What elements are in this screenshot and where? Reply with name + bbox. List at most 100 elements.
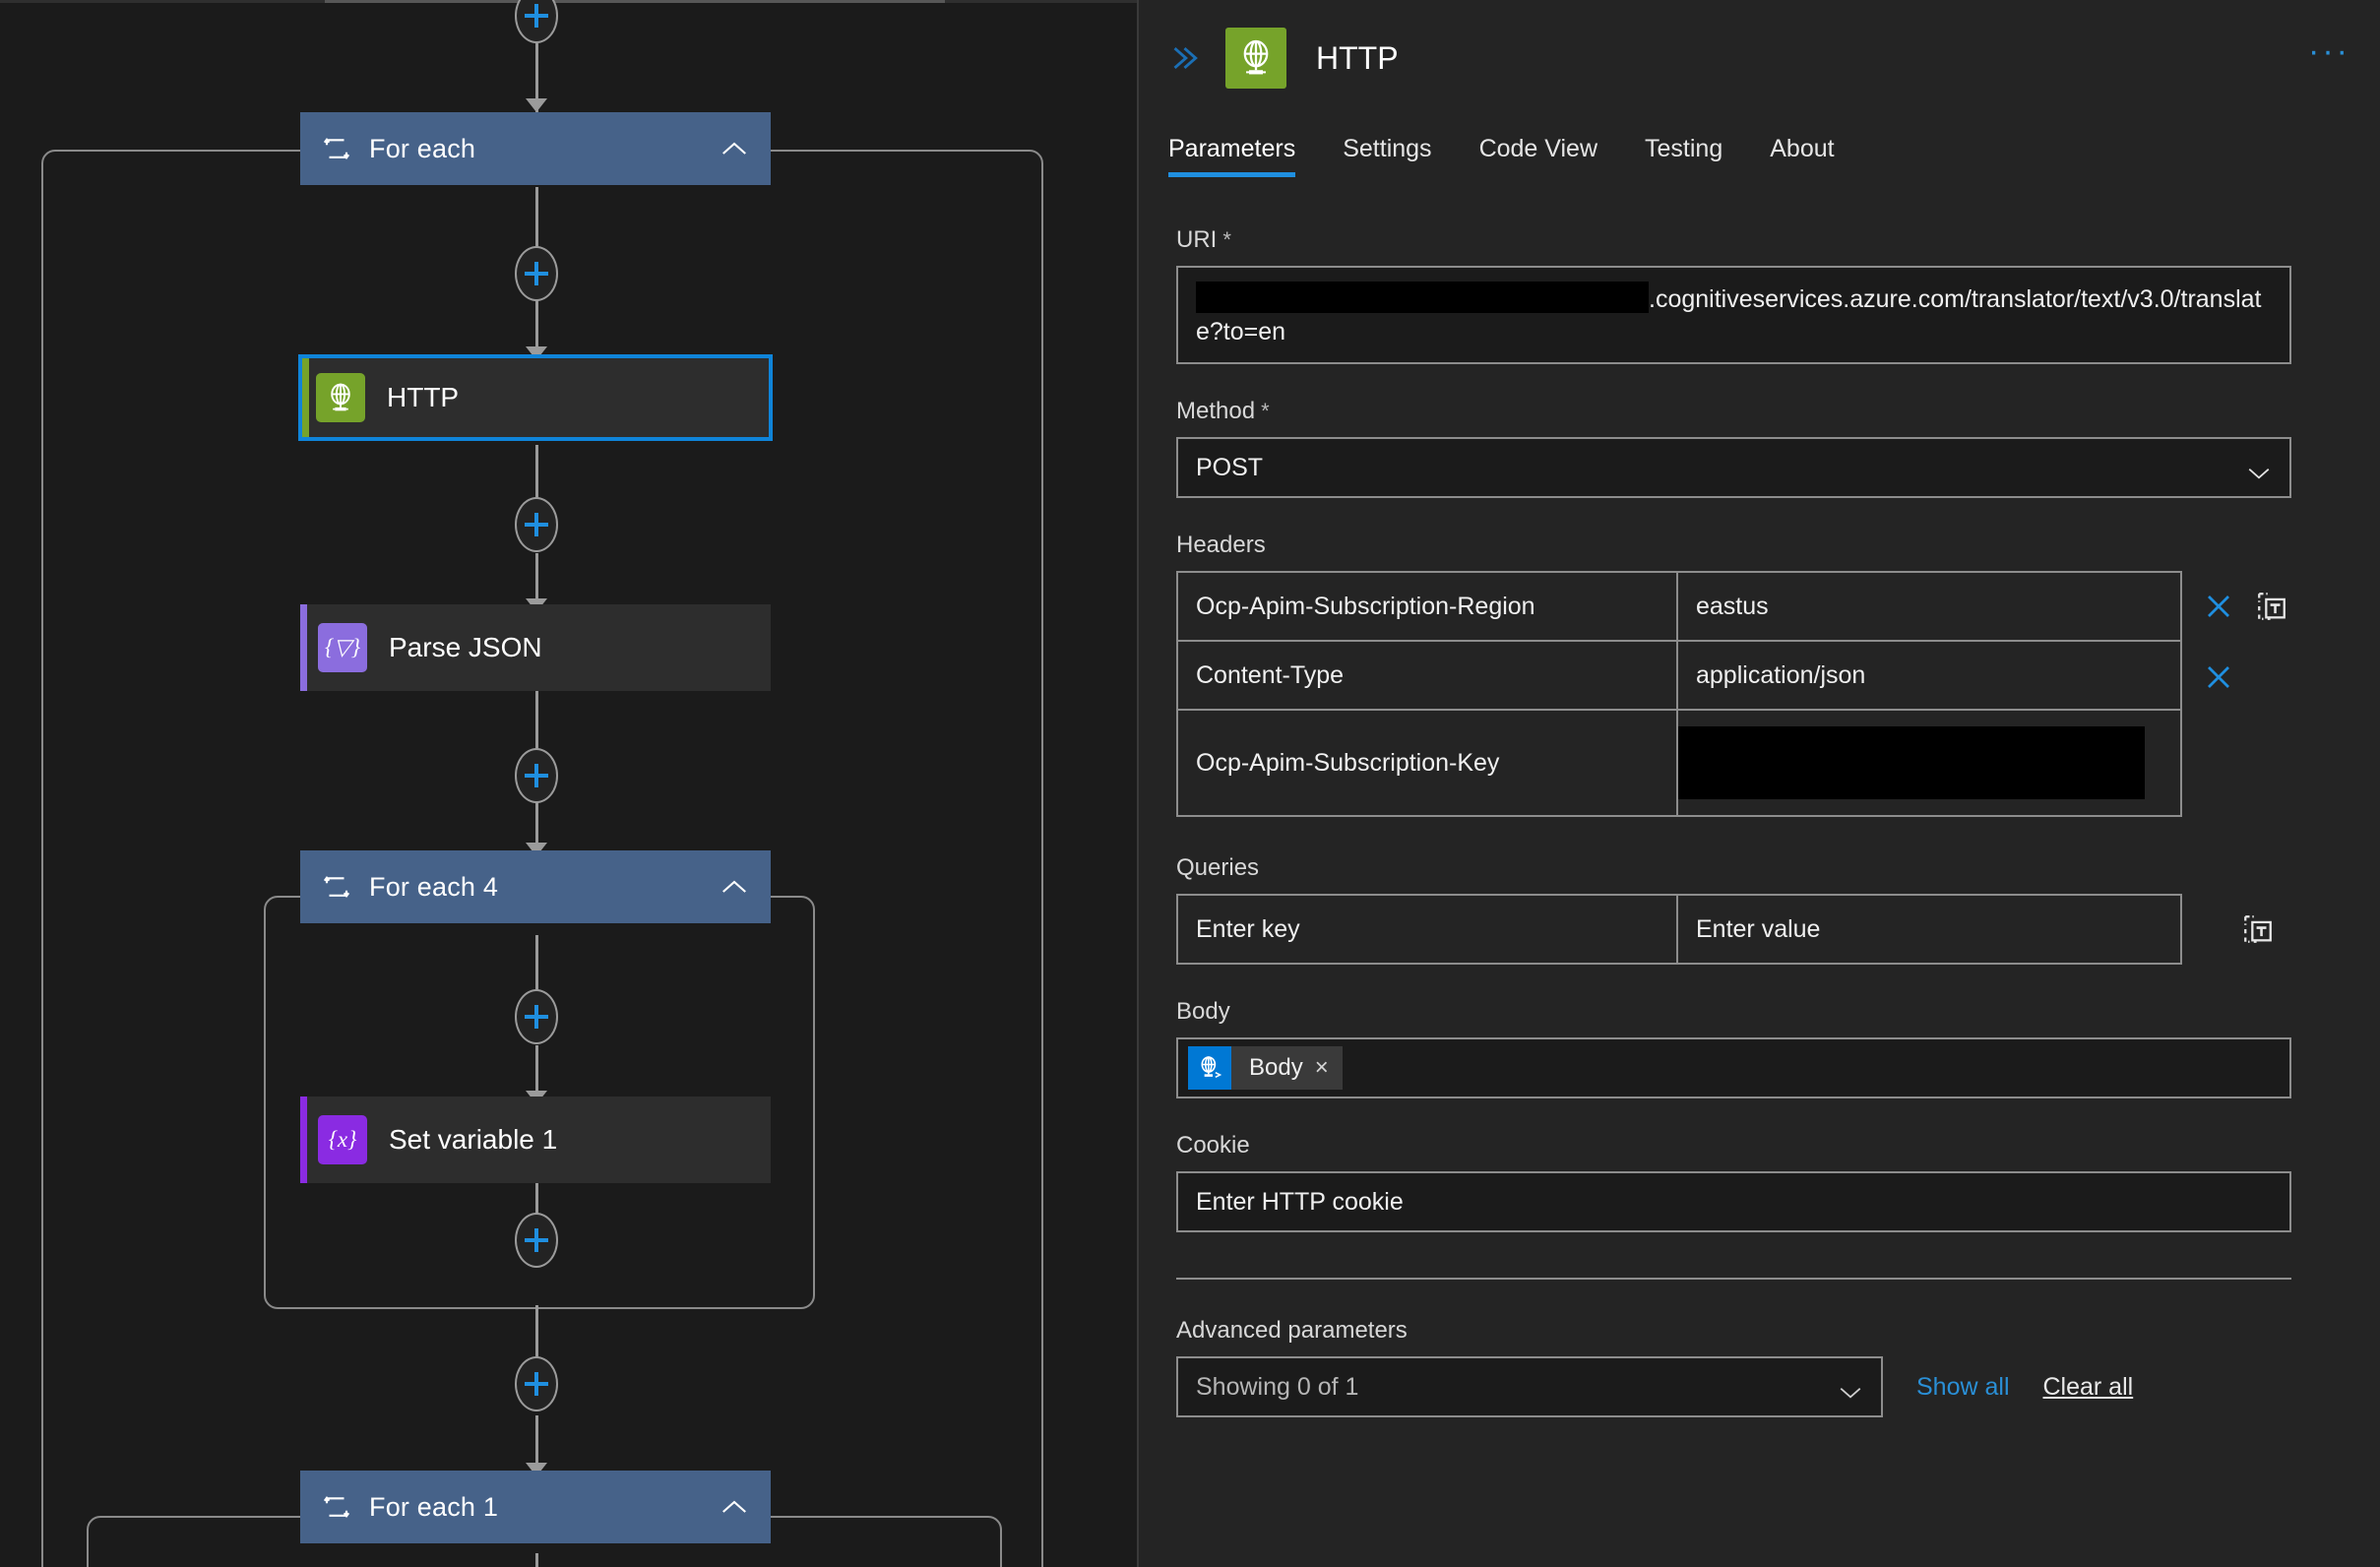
more-ellipsis-icon[interactable]: ··· xyxy=(2308,45,2350,71)
chevron-up-icon[interactable] xyxy=(720,877,749,897)
globe-icon xyxy=(316,373,365,422)
header-row-actions-1 xyxy=(2182,571,2288,642)
clear-all-link[interactable]: Clear all xyxy=(2043,1373,2134,1402)
node-label: HTTP xyxy=(387,382,459,413)
header-value[interactable]: application/json xyxy=(1678,642,2180,709)
header-row-actions-3 xyxy=(2182,713,2288,821)
loop-icon xyxy=(322,872,351,902)
table-row[interactable]: Ocp-Apim-Subscription-Region eastus xyxy=(1178,573,2180,642)
method-label: Method xyxy=(1176,398,1255,425)
redacted-host xyxy=(1196,282,1649,313)
node-for-each-1[interactable]: For each 1 xyxy=(300,1471,771,1543)
advanced-parameters-value: Showing 0 of 1 xyxy=(1196,1373,1358,1402)
node-label: For each 1 xyxy=(369,1492,498,1523)
remove-token-icon[interactable]: × xyxy=(1315,1054,1343,1082)
workflow-canvas[interactable]: For each HTTP xyxy=(0,0,1137,1567)
panel-title: HTTP xyxy=(1316,40,1399,77)
header-key[interactable]: Ocp-Apim-Subscription-Key xyxy=(1178,711,1678,815)
delete-row-icon[interactable] xyxy=(2204,592,2233,621)
chevron-down-icon xyxy=(1838,1379,1863,1395)
loop-icon xyxy=(322,1492,351,1522)
redacted-value xyxy=(1678,726,2145,799)
query-key-input[interactable]: Enter key xyxy=(1178,896,1678,963)
uri-input[interactable]: .cognitiveservices.azure.com/translator/… xyxy=(1176,266,2291,364)
headers-label: Headers xyxy=(1176,532,2343,559)
tab-settings[interactable]: Settings xyxy=(1319,135,1455,177)
advanced-parameters-label: Advanced parameters xyxy=(1176,1317,2343,1345)
insert-token-icon[interactable] xyxy=(2255,590,2288,623)
queries-row-actions xyxy=(2182,894,2275,965)
body-token-label: Body xyxy=(1231,1054,1315,1082)
node-for-each[interactable]: For each xyxy=(300,112,771,185)
add-step-button[interactable] xyxy=(515,0,558,43)
node-http[interactable]: HTTP xyxy=(298,354,773,441)
canvas-top-edge-highlight xyxy=(325,0,945,3)
tab-about[interactable]: About xyxy=(1746,135,1857,177)
logic-app-designer: For each HTTP xyxy=(0,0,2380,1567)
set-variable-glyph: {x} xyxy=(329,1127,357,1153)
table-row[interactable]: Content-Type application/json xyxy=(1178,642,2180,711)
connector-arrow xyxy=(526,98,547,112)
node-label: Parse JSON xyxy=(389,632,542,663)
uri-required-mark: * xyxy=(1222,227,1231,253)
tab-parameters[interactable]: Parameters xyxy=(1168,135,1319,177)
add-step-button[interactable] xyxy=(515,1213,558,1268)
chevron-double-right-icon[interactable] xyxy=(1166,38,1200,78)
advanced-parameters-select[interactable]: Showing 0 of 1 xyxy=(1176,1356,1883,1417)
cookie-label: Cookie xyxy=(1176,1132,2343,1160)
add-step-button[interactable] xyxy=(515,497,558,552)
query-value-input[interactable]: Enter value xyxy=(1678,896,2180,963)
header-key[interactable]: Ocp-Apim-Subscription-Region xyxy=(1178,573,1678,640)
node-parse-json[interactable]: {▽} Parse JSON xyxy=(300,604,771,691)
tab-testing[interactable]: Testing xyxy=(1621,135,1746,177)
queries-table: Enter key Enter value xyxy=(1176,894,2182,965)
add-step-button[interactable] xyxy=(515,748,558,803)
chevron-down-icon xyxy=(2246,460,2272,475)
method-select[interactable]: POST xyxy=(1176,437,2291,498)
method-required-mark: * xyxy=(1261,399,1270,424)
advanced-parameters-row: Showing 0 of 1 Show all Clear all xyxy=(1176,1356,2343,1417)
cookie-input[interactable]: Enter HTTP cookie xyxy=(1176,1171,2291,1232)
header-key[interactable]: Content-Type xyxy=(1178,642,1678,709)
queries-label: Queries xyxy=(1176,854,2343,882)
cookie-placeholder: Enter HTTP cookie xyxy=(1196,1188,1404,1217)
set-variable-icon: {x} xyxy=(318,1115,367,1164)
header-value-redacted[interactable] xyxy=(1678,711,2180,815)
insert-token-icon[interactable] xyxy=(2241,912,2275,946)
header-value[interactable]: eastus xyxy=(1678,573,2180,640)
globe-icon xyxy=(1225,28,1286,89)
queries-section: Enter key Enter value xyxy=(1176,894,2343,965)
loop-icon xyxy=(322,134,351,163)
add-step-button[interactable] xyxy=(515,246,558,301)
table-row[interactable]: Ocp-Apim-Subscription-Key xyxy=(1178,711,2180,815)
add-step-button[interactable] xyxy=(515,1356,558,1411)
panel-tabs: Parameters Settings Code View Testing Ab… xyxy=(1139,116,2380,177)
node-accent-bar xyxy=(300,1097,307,1183)
node-for-each-4[interactable]: For each 4 xyxy=(300,850,771,923)
show-all-link[interactable]: Show all xyxy=(1916,1373,2010,1402)
tab-code-view[interactable]: Code View xyxy=(1456,135,1621,177)
chevron-up-icon[interactable] xyxy=(720,1497,749,1517)
node-set-variable-1[interactable]: {x} Set variable 1 xyxy=(300,1097,771,1183)
section-divider xyxy=(1176,1278,2291,1280)
node-accent-bar xyxy=(302,358,309,437)
node-label: Set variable 1 xyxy=(389,1124,557,1156)
delete-row-icon[interactable] xyxy=(2204,662,2233,692)
header-row-actions-2 xyxy=(2182,642,2288,713)
action-details-panel: HTTP ··· Parameters Settings Code View T… xyxy=(1137,0,2380,1567)
table-row[interactable]: Enter key Enter value xyxy=(1178,896,2180,963)
connector-line xyxy=(535,1553,538,1567)
chevron-up-icon[interactable] xyxy=(720,139,749,158)
parse-json-glyph: {▽} xyxy=(325,635,360,660)
headers-table: Ocp-Apim-Subscription-Region eastus Cont… xyxy=(1176,571,2182,817)
parse-json-icon: {▽} xyxy=(318,623,367,672)
query-row-actions-1 xyxy=(2182,894,2275,965)
add-step-button[interactable] xyxy=(515,989,558,1044)
method-value: POST xyxy=(1196,454,1263,482)
method-label-row: Method * xyxy=(1176,398,2343,425)
headers-row-actions xyxy=(2182,571,2288,821)
uri-label: URI xyxy=(1176,226,1217,254)
body-input[interactable]: Body × xyxy=(1176,1037,2291,1098)
body-token-chip[interactable]: Body × xyxy=(1188,1046,1343,1090)
panel-header: HTTP ··· xyxy=(1139,0,2380,116)
